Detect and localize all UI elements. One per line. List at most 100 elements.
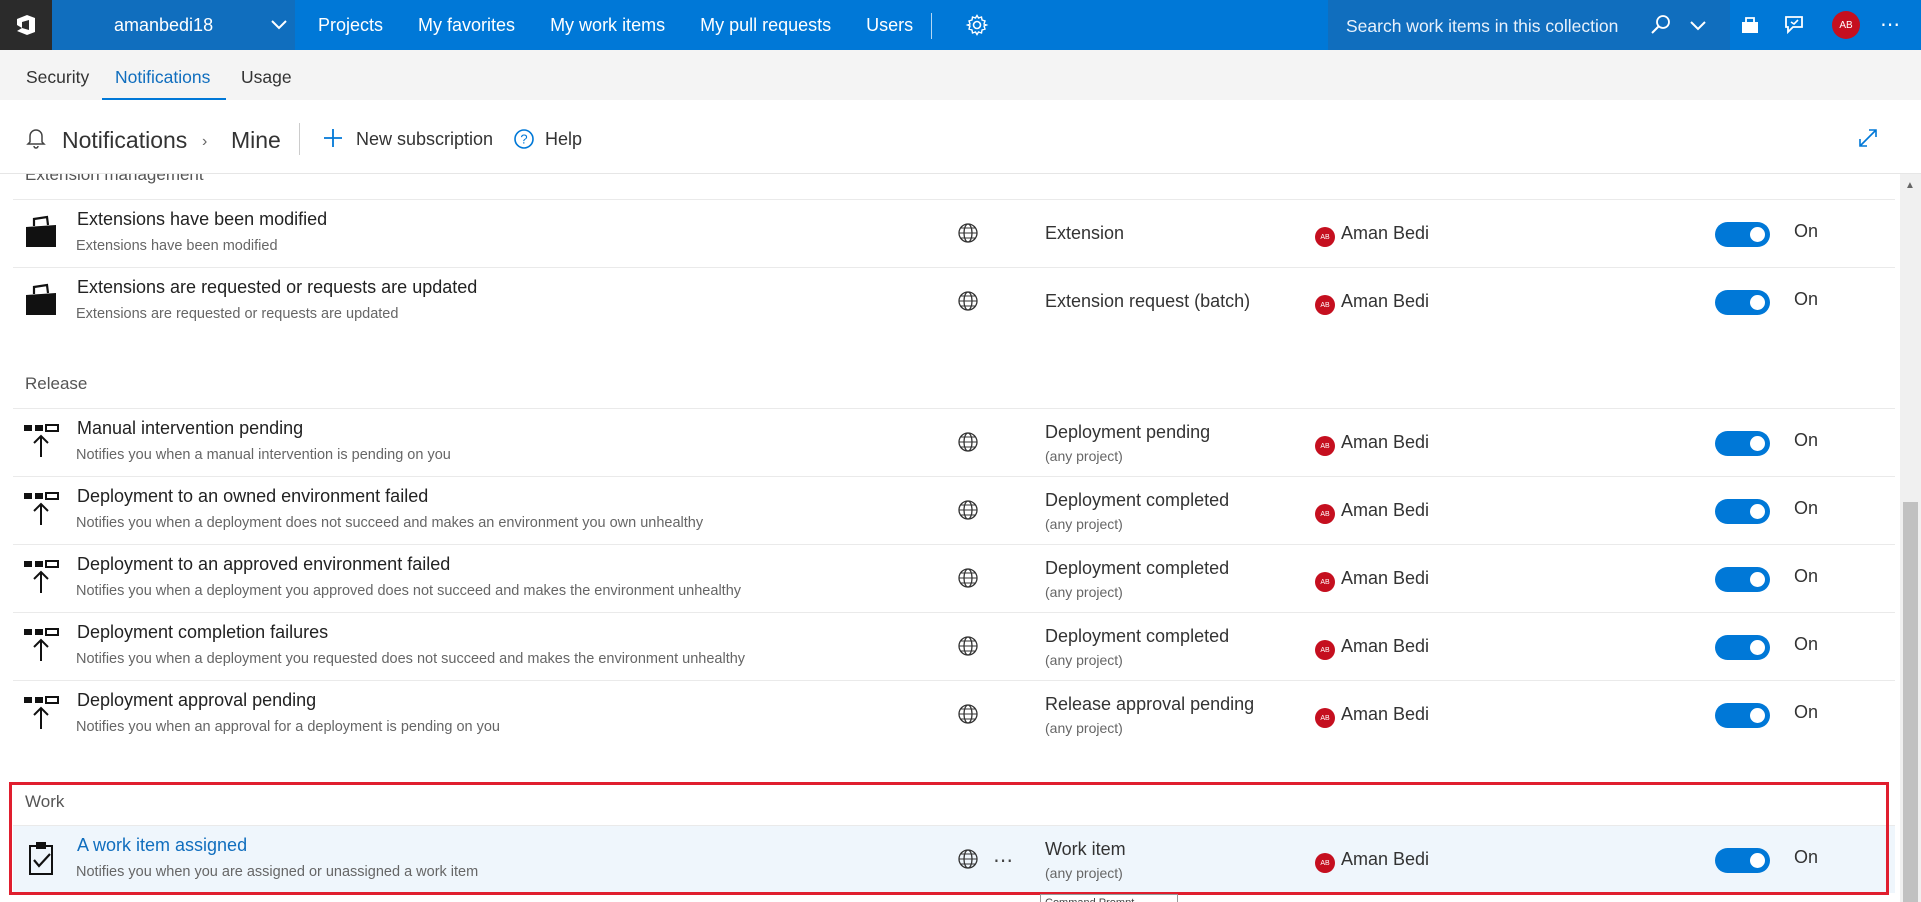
subscription-owner: Aman Bedi <box>1341 500 1430 520</box>
subscription-type: Extension request (batch) <box>1045 291 1251 311</box>
avatar: AB <box>1315 504 1335 524</box>
subscription-scope: (any project) <box>1045 652 1123 668</box>
search-box[interactable]: Search work items in this collection <box>1328 0 1730 50</box>
subscription-toggle[interactable] <box>1715 222 1770 247</box>
nav-users[interactable]: Users <box>866 15 913 36</box>
svg-text:?: ? <box>520 132 527 147</box>
settings-tabs: Security Notifications Usage <box>0 50 1921 100</box>
globe-icon <box>958 704 978 724</box>
avatar: AB <box>1315 572 1335 592</box>
plus-icon[interactable] <box>322 127 344 149</box>
subscription-description: Notifies you when a manual intervention … <box>76 447 451 463</box>
subscription-type: Deployment pending <box>1045 422 1211 442</box>
work-item-icon <box>29 842 53 875</box>
release-icon <box>24 628 59 661</box>
toggle-state-label: On <box>1794 289 1819 309</box>
subscription-title[interactable]: A work item assigned <box>77 835 247 856</box>
more-actions-icon[interactable]: ⋯ <box>993 848 1014 873</box>
search-icon[interactable] <box>1650 14 1672 36</box>
chevron-down-icon[interactable] <box>1688 15 1708 35</box>
vsts-logo-icon[interactable] <box>0 0 52 50</box>
subscription-toggle[interactable] <box>1715 703 1770 728</box>
toggle-state-label: On <box>1794 634 1819 654</box>
scrollbar-thumb[interactable] <box>1903 502 1918 902</box>
tab-notifications[interactable]: Notifications <box>115 67 210 88</box>
new-subscription-button[interactable]: New subscription <box>356 129 493 150</box>
subscription-row[interactable]: Deployment completion failures Notifies … <box>13 612 1895 680</box>
nav-my-work-items[interactable]: My work items <box>550 15 665 36</box>
toggle-state-label: On <box>1794 430 1819 450</box>
globe-icon <box>958 849 978 869</box>
subscriptions-list: Extension management Extensions have bee… <box>0 174 1900 902</box>
subscription-owner: Aman Bedi <box>1341 704 1430 724</box>
subscription-toggle[interactable] <box>1715 431 1770 456</box>
subscription-row[interactable]: Extensions have been modified Extensions… <box>13 199 1895 267</box>
subscription-scope: (any project) <box>1045 865 1123 881</box>
subscription-row[interactable]: A work item assigned Notifies you when y… <box>13 825 1895 893</box>
subscription-description: Notifies you when a deployment you appro… <box>76 583 742 599</box>
avatar: AB <box>1315 295 1335 315</box>
subscription-description: Extensions have been modified <box>76 238 278 254</box>
nav-projects[interactable]: Projects <box>318 15 383 36</box>
subscription-description: Notifies you when a deployment does not … <box>76 515 704 531</box>
section-title-release: Release <box>25 374 88 393</box>
tab-usage[interactable]: Usage <box>241 67 292 88</box>
subscription-title[interactable]: Manual intervention pending <box>77 418 303 439</box>
subscription-title[interactable]: Deployment approval pending <box>77 690 316 711</box>
globe-icon <box>958 568 978 588</box>
subscription-toggle[interactable] <box>1715 290 1770 315</box>
subscription-row[interactable]: Deployment to an owned environment faile… <box>13 476 1895 544</box>
subscription-title[interactable]: Extensions are requested or requests are… <box>77 277 477 298</box>
avatar: AB <box>1315 853 1335 873</box>
feedback-icon[interactable] <box>1783 14 1805 36</box>
subscription-row[interactable]: Extensions are requested or requests are… <box>13 267 1895 335</box>
tab-security[interactable]: Security <box>26 67 89 88</box>
avatar: AB <box>1315 436 1335 456</box>
subscription-scope: (any project) <box>1045 516 1123 532</box>
header-divider <box>299 123 300 155</box>
subscription-row[interactable]: Manual intervention pending Notifies you… <box>13 408 1895 476</box>
tooltip: Command Prompt <box>1040 894 1178 902</box>
subscription-toggle[interactable] <box>1715 635 1770 660</box>
account-selector[interactable]: amanbedi18 <box>52 0 295 50</box>
subscription-type: Deployment completed <box>1045 626 1230 646</box>
subscription-title[interactable]: Extensions have been modified <box>77 209 327 230</box>
avatar: AB <box>1315 227 1335 247</box>
marketplace-bag-icon[interactable] <box>1739 14 1761 36</box>
subscription-row[interactable]: Deployment to an approved environment fa… <box>13 544 1895 612</box>
nav-my-pull-requests[interactable]: My pull requests <box>700 15 831 36</box>
page-title[interactable]: Notifications <box>62 127 187 154</box>
nav-my-favorites[interactable]: My favorites <box>418 15 515 36</box>
gear-icon[interactable] <box>965 13 989 37</box>
avatar[interactable]: AB <box>1832 11 1860 39</box>
bell-icon <box>26 129 46 149</box>
avatar: AB <box>1315 640 1335 660</box>
subscription-title[interactable]: Deployment to an approved environment fa… <box>77 554 450 575</box>
subscription-toggle[interactable] <box>1715 848 1770 873</box>
avatar: AB <box>1315 708 1335 728</box>
extension-bag-icon <box>26 283 56 315</box>
search-input[interactable]: Search work items in this collection <box>1346 16 1618 37</box>
subscription-toggle[interactable] <box>1715 567 1770 592</box>
help-icon[interactable]: ? <box>513 128 535 150</box>
nav-divider <box>931 13 932 39</box>
toggle-state-label: On <box>1794 566 1819 586</box>
expand-icon[interactable] <box>1857 127 1879 149</box>
toggle-state-label: On <box>1794 498 1819 518</box>
help-button[interactable]: Help <box>545 129 582 150</box>
subscription-title[interactable]: Deployment completion failures <box>77 622 328 643</box>
subscription-type: Extension <box>1045 223 1125 243</box>
globe-icon <box>958 291 978 311</box>
subscription-scope: (any project) <box>1045 584 1123 600</box>
subscription-description: Notifies you when a deployment you reque… <box>76 651 746 667</box>
more-options-icon[interactable]: ⋯ <box>1880 12 1901 37</box>
scroll-up-icon[interactable]: ▲ <box>1905 180 1915 191</box>
subscription-row[interactable]: Deployment approval pending Notifies you… <box>13 680 1895 748</box>
subscription-toggle[interactable] <box>1715 499 1770 524</box>
subscription-title[interactable]: Deployment to an owned environment faile… <box>77 486 428 507</box>
subscription-owner: Aman Bedi <box>1341 636 1430 656</box>
globe-icon <box>958 500 978 520</box>
subscription-type: Deployment completed <box>1045 490 1230 510</box>
toggle-state-label: On <box>1794 702 1819 722</box>
subscription-type: Work item <box>1045 839 1126 859</box>
